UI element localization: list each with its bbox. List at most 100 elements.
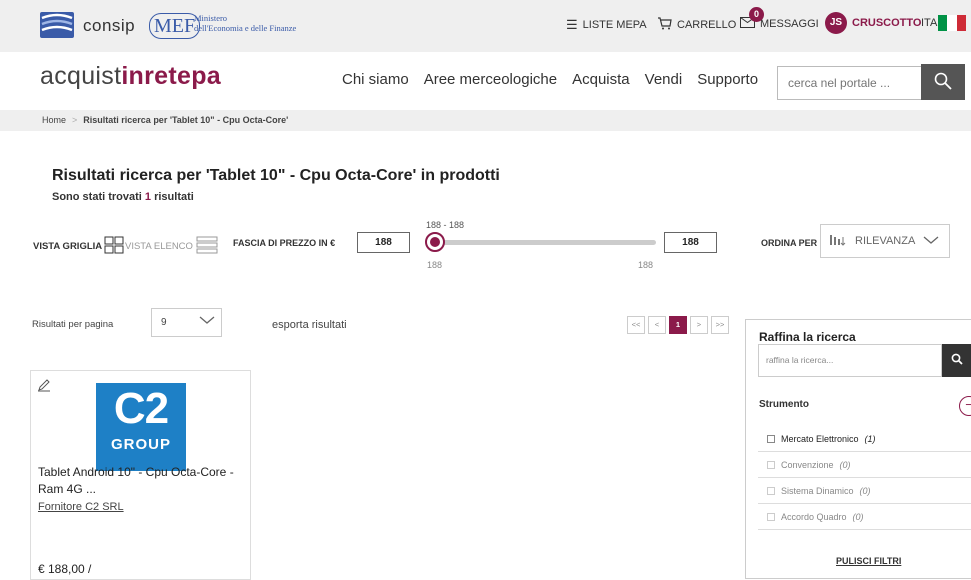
price-slider-track[interactable] [437, 240, 656, 245]
liste-mepa-link[interactable]: ☰ LISTE MEPA [566, 17, 647, 33]
filter-option-sistema-dinamico: Sistema Dinamico (0) [758, 478, 971, 504]
edit-icon[interactable] [37, 378, 51, 392]
search-icon [951, 352, 963, 370]
page-current-button[interactable]: 1 [669, 316, 687, 334]
c2-group-logo: C2 GROUP [96, 383, 186, 471]
consip-label[interactable]: consip [83, 16, 135, 36]
filter-row: VISTA GRIGLIA VISTA ELENCO FASCIA DI PRE… [0, 210, 971, 270]
price-slider-handle[interactable] [425, 232, 445, 252]
option-count: (0) [839, 459, 851, 470]
checkbox-icon[interactable] [767, 434, 775, 443]
option-label: Accordo Quadro [781, 511, 847, 522]
mef-ministry-label: Ministero dell'Economia e delle Finanze [194, 13, 296, 33]
logo-small: GROUP [110, 436, 171, 453]
clear-filters-button[interactable]: PULISCI FILTRI [836, 556, 901, 566]
chevron-down-icon [199, 309, 215, 336]
nav-aree-merceologiche[interactable]: Aree merceologiche [424, 71, 557, 88]
messaggi-label: MESSAGGI [760, 18, 819, 30]
breadcrumb-separator-icon: > [72, 115, 78, 125]
mef-logo[interactable]: MEF [149, 13, 201, 39]
page-first-button[interactable]: << [627, 316, 645, 334]
portal-search-button[interactable] [921, 64, 965, 100]
nav-supporto[interactable]: Supporto [697, 71, 758, 88]
option-count: (1) [864, 433, 876, 444]
nav-vendi[interactable]: Vendi [645, 71, 683, 88]
messaggi-count-badge: 0 [749, 7, 764, 22]
list-view-toggle[interactable]: VISTA ELENCO [125, 236, 218, 257]
refine-input[interactable]: raffina la ricerca... [758, 344, 942, 377]
chevron-down-icon [923, 235, 939, 248]
brand-part-1: acquist [40, 62, 122, 90]
breadcrumb: Home > Risultati ricerca per 'Tablet 10" -… [0, 110, 971, 131]
list-view-icon [196, 236, 218, 257]
option-label: Sistema Dinamico [781, 485, 854, 496]
breadcrumb-home[interactable]: Home [42, 115, 66, 125]
product-title-line-2: Ram 4G ... [38, 482, 97, 496]
user-avatar[interactable]: JS [825, 12, 847, 34]
sort-select[interactable]: RILEVANZA [820, 224, 950, 258]
nav-acquista[interactable]: Acquista [572, 71, 630, 88]
option-label: Convenzione [781, 459, 834, 470]
price-max-input[interactable]: 188 [664, 232, 717, 253]
grid-view-label: VISTA GRIGLIA [33, 241, 103, 252]
page-title: Risultati ricerca per 'Tablet 10" - Cpu … [52, 167, 500, 184]
option-count: (0) [859, 485, 871, 496]
main-navigation: Chi siamo Aree merceologiche Acquista Ve… [342, 71, 773, 88]
product-card[interactable]: C2 GROUP Tablet Android 10" - Cpu Octa-C… [30, 370, 251, 580]
checkbox-icon [767, 512, 775, 521]
price-range-label: FASCIA DI PREZZO IN € [233, 238, 336, 248]
price-min-input[interactable]: 188 [357, 232, 410, 253]
page-next-button[interactable]: > [690, 316, 708, 334]
filter-option-accordo-quadro: Accordo Quadro (0) [758, 504, 971, 530]
mef-line-2: dell'Economia e delle Finanze [194, 23, 297, 33]
list-view-label: VISTA ELENCO [125, 241, 193, 252]
collapse-icon[interactable]: − [959, 396, 971, 416]
checkbox-icon [767, 486, 775, 495]
carrello-link[interactable]: CARRELLO [657, 17, 736, 33]
result-count-suffix: risultati [154, 191, 194, 203]
logo-big: C2 [113, 384, 169, 433]
carrello-label: CARRELLO [677, 19, 737, 31]
checkbox-icon [767, 460, 775, 469]
result-count-number: 1 [144, 191, 152, 203]
sort-value: RILEVANZA [855, 235, 916, 247]
sort-label: ORDINA PER [761, 238, 818, 248]
per-page-value: 9 [161, 317, 167, 328]
filter-option-convenzione: Convenzione (0) [758, 452, 971, 478]
grid-icon [104, 236, 124, 257]
product-title[interactable]: Tablet Android 10" - Cpu Octa-Core - Ram… [38, 464, 248, 498]
brand-part-2: inrete [121, 62, 192, 90]
slider-max-label: 188 [638, 260, 654, 270]
supplier-link[interactable]: Fornitore C2 SRL [38, 501, 124, 513]
product-title-line-1: Tablet Android 10" - Cpu Octa-Core - [38, 465, 234, 479]
result-count: Sono stati trovati 1 risultati [52, 191, 194, 203]
option-count: (0) [852, 511, 864, 522]
page-last-button[interactable]: >> [711, 316, 729, 334]
slider-min-label: 188 [427, 260, 443, 270]
consip-logo-icon[interactable] [40, 12, 74, 38]
option-label: Mercato Elettronico [781, 433, 859, 444]
refine-search-button[interactable] [942, 344, 971, 377]
pagination: << < 1 > >> [627, 316, 729, 334]
liste-mepa-label: LISTE MEPA [582, 19, 647, 31]
breadcrumb-current: Risultati ricerca per 'Tablet 10" - Cpu … [83, 115, 289, 125]
grid-view-toggle[interactable]: VISTA GRIGLIA [33, 236, 124, 257]
nav-chi-siamo[interactable]: Chi siamo [342, 71, 409, 88]
acquistinretepa-logo[interactable]: acquistinretepa [40, 62, 221, 91]
result-count-prefix: Sono stati trovati [52, 191, 142, 203]
italy-flag-icon [938, 15, 966, 31]
language-selector[interactable]: ITA [921, 17, 937, 29]
portal-search-input[interactable] [777, 66, 922, 100]
product-price: € 188,00 / [38, 562, 92, 576]
search-icon [934, 72, 952, 93]
cruscotto-link[interactable]: CRUSCOTTO [852, 17, 921, 29]
page-prev-button[interactable]: < [648, 316, 666, 334]
list-icon: ☰ [566, 17, 578, 32]
per-page-select[interactable]: 9 [151, 308, 222, 337]
strumento-label: Strumento [759, 399, 809, 410]
export-results-link[interactable]: esporta risultati [272, 319, 347, 331]
filter-option-mercato-elettronico[interactable]: Mercato Elettronico (1) [758, 426, 971, 452]
mef-line-1: Ministero [194, 13, 228, 23]
top-bar: consip MEF Ministero dell'Economia e del… [0, 0, 971, 52]
per-page-label: Risultati per pagina [32, 319, 114, 330]
